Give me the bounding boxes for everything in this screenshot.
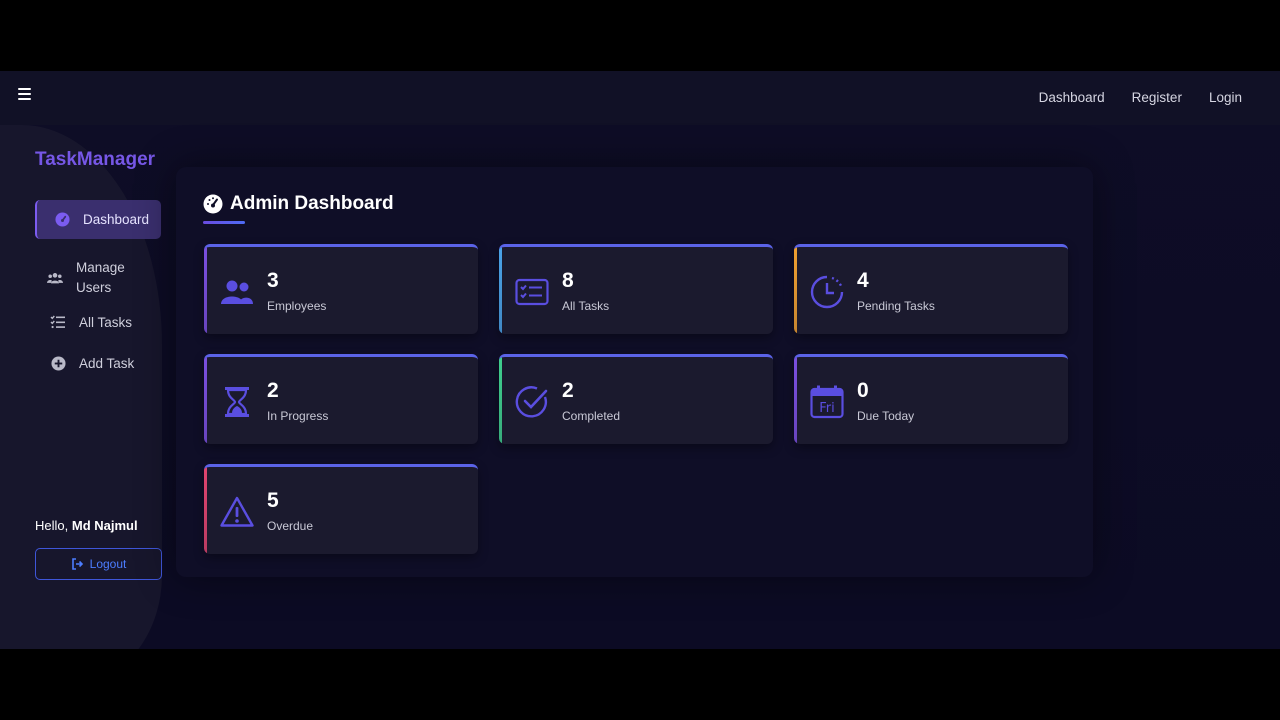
- stat-label: Completed: [562, 409, 621, 423]
- stat-label: Overdue: [267, 519, 314, 533]
- stat-value: 2: [562, 379, 574, 402]
- stat-value: 8: [562, 269, 574, 292]
- card-accent-bar: [204, 357, 207, 444]
- stat-card-completed: 2 Completed: [499, 354, 773, 444]
- check-circle-icon: [515, 385, 549, 419]
- sidebar-item-label: Manage Users: [76, 258, 125, 298]
- stat-value: 2: [267, 379, 279, 402]
- stat-label: Due Today: [857, 409, 915, 423]
- nav-link-dashboard[interactable]: Dashboard: [1039, 90, 1105, 105]
- stat-value: 0: [857, 379, 869, 402]
- nav-link-register[interactable]: Register: [1132, 90, 1182, 105]
- sidebar-item-label-line1: Manage: [76, 260, 125, 275]
- stat-value: 3: [267, 269, 279, 292]
- plus-circle-icon: [50, 355, 66, 371]
- sidebar-nav: Dashboard Manage Users All Tasks Add Task: [35, 200, 161, 371]
- sidebar-item-add-task[interactable]: Add Task: [35, 355, 161, 371]
- sidebar-item-label: Dashboard: [83, 212, 150, 227]
- stat-value: 4: [857, 269, 869, 292]
- calendar-icon: Fri: [810, 385, 844, 419]
- gauge-icon: [54, 212, 70, 228]
- page-title-row: Admin Dashboard: [203, 193, 394, 215]
- top-navbar: Dashboard Register Login: [0, 71, 1280, 125]
- stat-card-all-tasks: 8 All Tasks: [499, 244, 773, 334]
- sidebar-item-label-line2: Users: [76, 280, 112, 295]
- stat-card-due-today: Fri 0 Due Today: [794, 354, 1068, 444]
- user-name: Md Najmul: [71, 518, 138, 533]
- stat-card-in-progress: 2 In Progress: [204, 354, 478, 444]
- stat-card-overdue: 5 Overdue: [204, 464, 478, 554]
- users-icon: [220, 275, 254, 309]
- list-check-icon: [50, 314, 66, 330]
- stat-value: 5: [267, 489, 279, 512]
- top-nav-links: Dashboard Register Login: [1039, 90, 1242, 105]
- task-list-icon: [515, 275, 549, 309]
- logout-button[interactable]: Logout: [35, 548, 162, 580]
- card-accent-bar: [794, 357, 797, 444]
- sidebar-item-manage-users[interactable]: Manage Users: [35, 258, 161, 298]
- users-icon: [47, 270, 63, 286]
- stat-label: All Tasks: [562, 299, 610, 313]
- stat-label: Employees: [267, 299, 327, 313]
- sidebar-item-label: Add Task: [79, 355, 135, 371]
- stat-card-pending-tasks: 4 Pending Tasks: [794, 244, 1068, 334]
- hamburger-menu-icon[interactable]: [18, 88, 31, 100]
- clock-icon: [810, 275, 844, 309]
- stat-label: Pending Tasks: [857, 299, 935, 313]
- user-greeting: Hello, Md Najmul: [35, 518, 138, 533]
- app-window: Dashboard Register Login TaskManager Das…: [0, 71, 1280, 649]
- card-accent-bar: [204, 247, 207, 334]
- sidebar-item-label: All Tasks: [79, 314, 133, 330]
- title-underline: [203, 221, 245, 224]
- card-accent-bar: [794, 247, 797, 334]
- sidebar-item-dashboard[interactable]: Dashboard: [35, 200, 161, 239]
- card-accent-bar: [499, 357, 502, 444]
- gauge-icon: [203, 194, 223, 214]
- warning-icon: [220, 495, 254, 529]
- logout-label: Logout: [89, 557, 127, 571]
- greeting-text: Hello,: [35, 518, 69, 533]
- hourglass-icon: [220, 385, 254, 419]
- calendar-day-text: Fri: [819, 401, 835, 416]
- logout-icon: [71, 558, 83, 570]
- stat-card-employees: 3 Employees: [204, 244, 478, 334]
- card-accent-bar: [499, 247, 502, 334]
- brand-logo: TaskManager: [35, 149, 156, 170]
- card-accent-bar: [204, 467, 207, 554]
- nav-link-login[interactable]: Login: [1209, 90, 1242, 105]
- sidebar-item-all-tasks[interactable]: All Tasks: [35, 314, 161, 330]
- page-title: Admin Dashboard: [230, 193, 394, 214]
- stat-label: In Progress: [267, 409, 329, 423]
